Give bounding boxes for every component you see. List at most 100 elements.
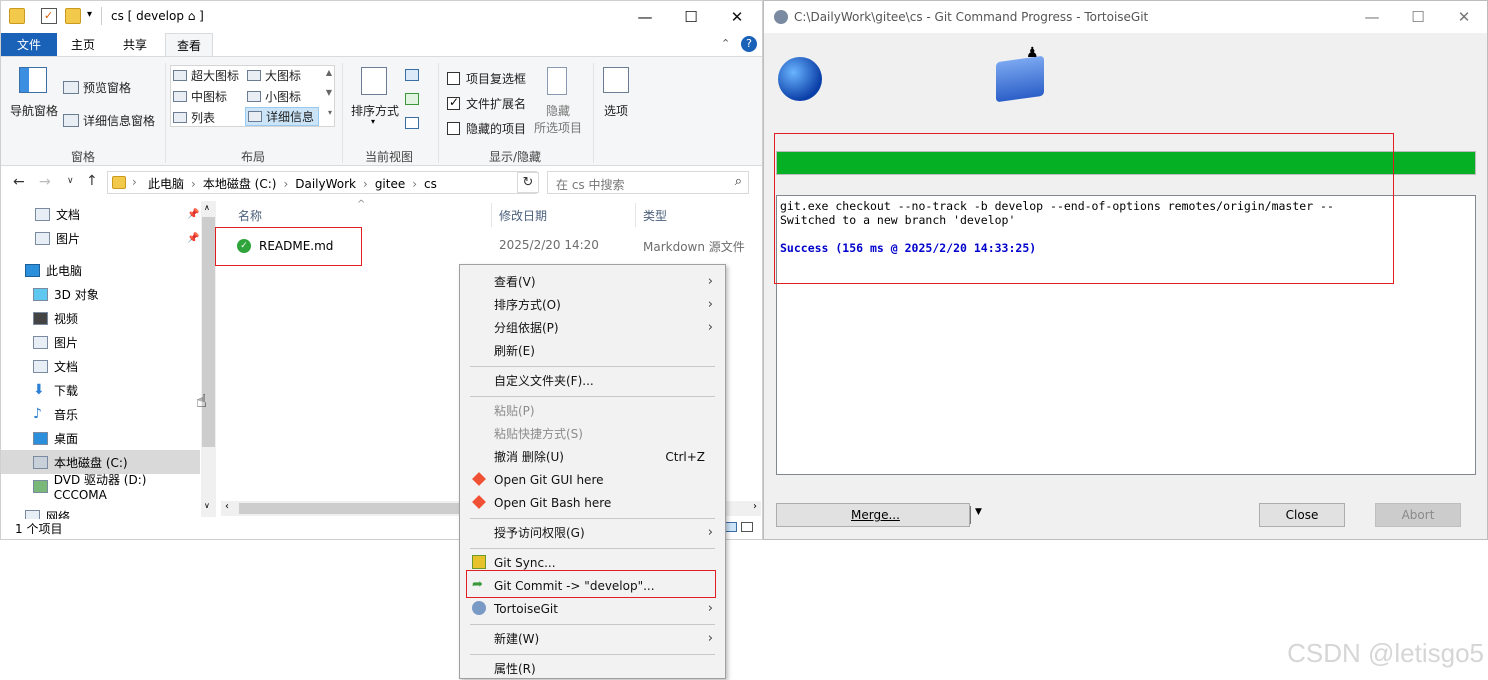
nav-item-dvd[interactable]: DVD 驱动器 (D:) CCCOMA bbox=[1, 474, 200, 498]
menu-item-label: 分组依据(P) bbox=[494, 319, 559, 336]
details-view-icon[interactable] bbox=[725, 522, 737, 532]
scroll-right-icon[interactable]: › bbox=[753, 501, 757, 512]
menu-item-label: 排序方式(O) bbox=[494, 296, 561, 313]
small-icons-icon bbox=[247, 91, 261, 102]
breadcrumb-item[interactable]: gitee bbox=[375, 177, 405, 191]
nav-item-pictures-2[interactable]: 图片 bbox=[1, 330, 200, 354]
menu-item-git-gui[interactable]: Open Git GUI here bbox=[460, 468, 725, 491]
menu-item-access[interactable]: 授予访问权限(G)› bbox=[460, 521, 725, 544]
layout-list[interactable]: 列表 bbox=[173, 109, 215, 126]
customize-qat-icon[interactable]: ▾ bbox=[87, 9, 92, 20]
search-input[interactable]: 在 cs 中搜索 bbox=[556, 176, 624, 193]
column-header-type[interactable]: 类型 bbox=[643, 207, 667, 224]
size-columns-icon[interactable] bbox=[405, 117, 419, 129]
add-columns-icon[interactable] bbox=[405, 93, 419, 105]
minimize-button[interactable]: — bbox=[622, 1, 668, 33]
file-ext-checkbox[interactable]: ✓ bbox=[447, 97, 460, 110]
search-icon[interactable]: ⌕ bbox=[735, 174, 742, 189]
hidden-items-checkbox[interactable] bbox=[447, 122, 460, 135]
file-ext-toggle[interactable]: ✓文件扩展名 bbox=[447, 95, 526, 112]
menu-item-customize[interactable]: 自定义文件夹(F)... bbox=[460, 369, 725, 392]
forward-icon[interactable]: → bbox=[39, 174, 51, 190]
window-title: cs [ develop ⌂ ] bbox=[111, 9, 204, 23]
pin-icon[interactable]: 📌 bbox=[187, 233, 199, 244]
scroll-down-icon[interactable]: ∨ bbox=[204, 501, 210, 510]
layout-large-icons[interactable]: 大图标 bbox=[247, 67, 301, 84]
menu-item-view[interactable]: 查看(V)› bbox=[460, 270, 725, 293]
nav-scrollbar[interactable]: ∧ ∨ bbox=[201, 201, 216, 517]
breadcrumb-item[interactable]: cs bbox=[424, 177, 437, 191]
layout-details[interactable]: 详细信息 bbox=[245, 107, 319, 126]
scroll-thumb[interactable] bbox=[239, 503, 469, 514]
close-button[interactable]: ✕ bbox=[714, 1, 760, 33]
column-header-date[interactable]: 修改日期 bbox=[499, 207, 547, 224]
menu-item-sort[interactable]: 排序方式(O)› bbox=[460, 293, 725, 316]
preview-pane-button[interactable]: 预览窗格 bbox=[63, 79, 131, 96]
gallery-down-icon[interactable]: ▼ bbox=[326, 88, 332, 97]
column-header-name[interactable]: 名称 bbox=[238, 207, 262, 224]
address-bar[interactable]: › 此电脑› 本地磁盘 (C:)› DailyWork› gitee› cs ∨ bbox=[107, 171, 537, 194]
nav-item-video[interactable]: 视频 bbox=[1, 306, 200, 330]
scroll-up-icon[interactable]: ∧ bbox=[204, 203, 210, 212]
hidden-items-toggle[interactable]: 隐藏的项目 bbox=[447, 120, 526, 137]
breadcrumb-item[interactable]: 本地磁盘 (C:) bbox=[203, 175, 277, 192]
layout-medium-icons[interactable]: 中图标 bbox=[173, 88, 227, 105]
dropdown-arrow-icon[interactable]: ▼ bbox=[975, 507, 982, 517]
tab-view[interactable]: 查看 bbox=[165, 33, 213, 56]
nav-item-desktop[interactable]: 桌面 bbox=[1, 426, 200, 450]
gallery-up-icon[interactable]: ▲ bbox=[326, 68, 332, 77]
breadcrumb-item[interactable]: 此电脑 bbox=[148, 175, 184, 192]
group-by-icon[interactable] bbox=[405, 69, 419, 81]
close-button[interactable]: ✕ bbox=[1441, 1, 1487, 33]
close-dialog-button[interactable]: Close bbox=[1259, 503, 1345, 527]
tab-file[interactable]: 文件 bbox=[1, 33, 57, 56]
nav-item-docs-2[interactable]: 文档 bbox=[1, 354, 200, 378]
nav-item-3d[interactable]: 3D 对象 bbox=[1, 282, 200, 306]
scroll-thumb[interactable] bbox=[202, 217, 215, 447]
large-icons-view-icon[interactable] bbox=[741, 522, 753, 532]
menu-item-new[interactable]: 新建(W)› bbox=[460, 627, 725, 650]
menu-item-refresh[interactable]: 刷新(E) bbox=[460, 339, 725, 362]
menu-item-label: 粘贴(P) bbox=[494, 402, 535, 419]
item-checkboxes-toggle[interactable]: 项目复选框 bbox=[447, 70, 526, 87]
column-divider[interactable] bbox=[635, 203, 636, 227]
details-pane-button[interactable]: 详细信息窗格 bbox=[63, 112, 155, 129]
back-icon[interactable]: ← bbox=[13, 174, 25, 190]
column-divider[interactable] bbox=[491, 203, 492, 227]
chevron-right-icon: › bbox=[191, 177, 196, 191]
gallery-more-icon[interactable]: ▾ bbox=[328, 108, 332, 117]
minimize-button[interactable]: — bbox=[1349, 1, 1395, 33]
menu-item-git-bash[interactable]: Open Git Bash here bbox=[460, 491, 725, 514]
menu-item-tortoisegit[interactable]: TortoiseGit› bbox=[460, 597, 725, 620]
picture-icon bbox=[35, 232, 50, 245]
breadcrumb-item[interactable]: DailyWork bbox=[295, 177, 356, 191]
collapse-ribbon-icon[interactable]: ⌃ bbox=[721, 37, 730, 50]
layout-small-icons[interactable]: 小图标 bbox=[247, 88, 301, 105]
menu-item-properties[interactable]: 属性(R) bbox=[460, 657, 725, 680]
item-checkboxes-checkbox[interactable] bbox=[447, 72, 460, 85]
nav-item-music[interactable]: ♪音乐 bbox=[1, 402, 200, 426]
recent-locations-icon[interactable]: ∨ bbox=[67, 176, 74, 186]
maximize-button[interactable]: ☐ bbox=[668, 1, 714, 33]
search-box[interactable]: 在 cs 中搜索 ⌕ bbox=[547, 171, 749, 194]
tab-home[interactable]: 主页 bbox=[61, 33, 105, 56]
maximize-button[interactable]: ☐ bbox=[1395, 1, 1441, 33]
layout-xl-icons[interactable]: 超大图标 bbox=[173, 67, 239, 84]
pin-icon[interactable]: 📌 bbox=[187, 209, 199, 220]
menu-item-group[interactable]: 分组依据(P)› bbox=[460, 316, 725, 339]
refresh-icon[interactable]: ↻ bbox=[517, 172, 539, 193]
properties-icon[interactable]: ✓ bbox=[41, 8, 57, 24]
help-icon[interactable]: ? bbox=[741, 36, 757, 52]
tab-share[interactable]: 共享 bbox=[113, 33, 157, 56]
nav-item-downloads[interactable]: ⬇下载 bbox=[1, 378, 200, 402]
merge-button[interactable]: Merge... ▼ bbox=[776, 503, 970, 527]
up-icon[interactable]: ↑ bbox=[86, 173, 98, 189]
menu-item-undo[interactable]: 撤消 删除(U)Ctrl+Z bbox=[460, 445, 725, 468]
network-icon bbox=[25, 510, 40, 520]
new-folder-icon[interactable] bbox=[65, 8, 81, 24]
nav-item-this-pc[interactable]: 此电脑 bbox=[1, 258, 200, 282]
nav-item-docs[interactable]: 文档📌 bbox=[1, 202, 200, 226]
nav-item-pictures[interactable]: 图片📌 bbox=[1, 226, 200, 250]
scroll-left-icon[interactable]: ‹ bbox=[225, 501, 229, 512]
nav-item-network[interactable]: 网络 bbox=[1, 504, 200, 519]
